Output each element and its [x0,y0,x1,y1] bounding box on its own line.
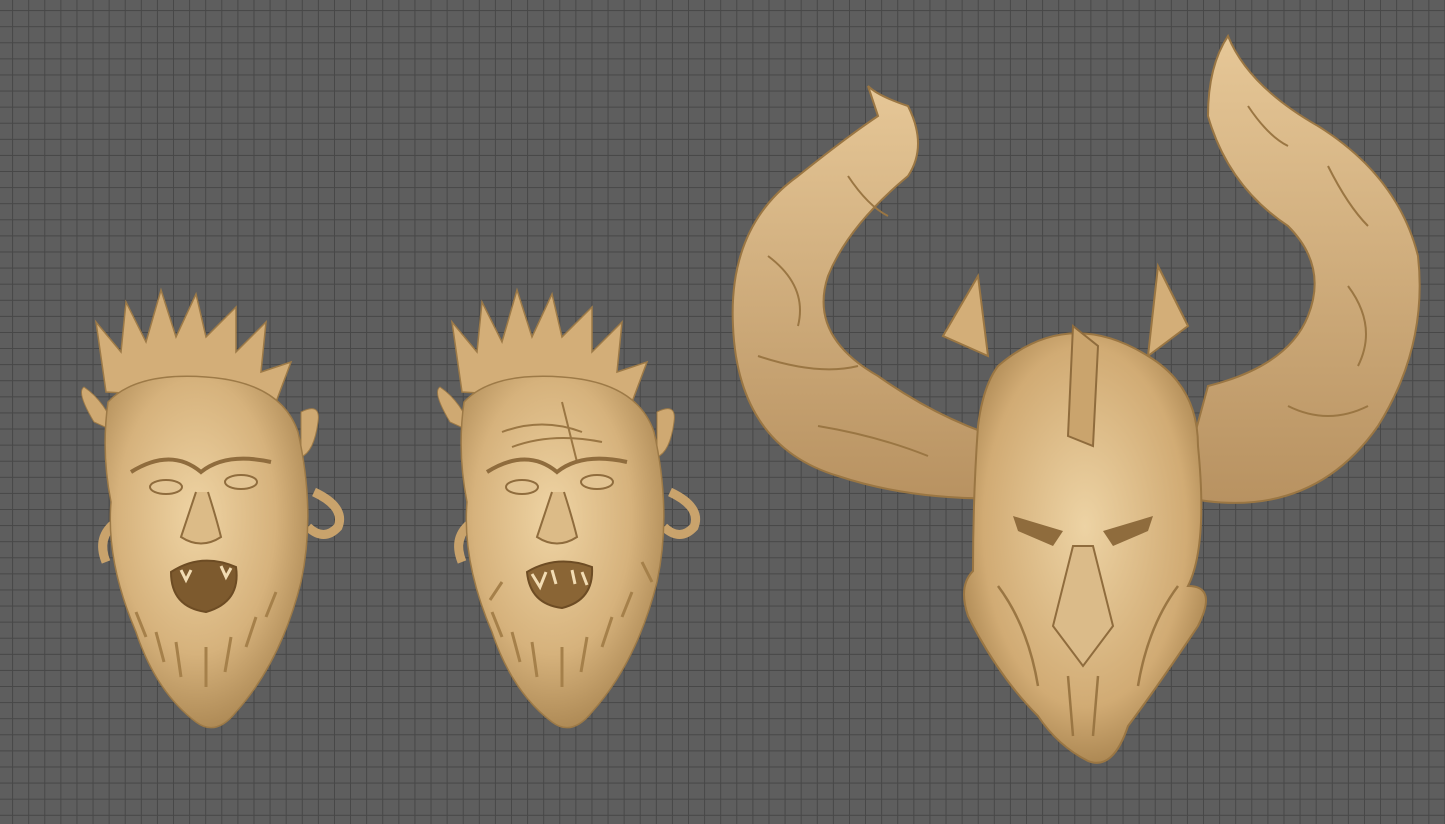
orc-head-model-2[interactable] [432,282,704,740]
horned-helmet-model[interactable] [728,26,1428,774]
horned-helmet-shape [731,33,1421,764]
orc-head-1-shape [81,287,344,729]
orc-head-model-1[interactable] [76,282,348,740]
orc-head-2-shape [437,287,700,729]
3d-viewport[interactable] [0,0,1445,824]
